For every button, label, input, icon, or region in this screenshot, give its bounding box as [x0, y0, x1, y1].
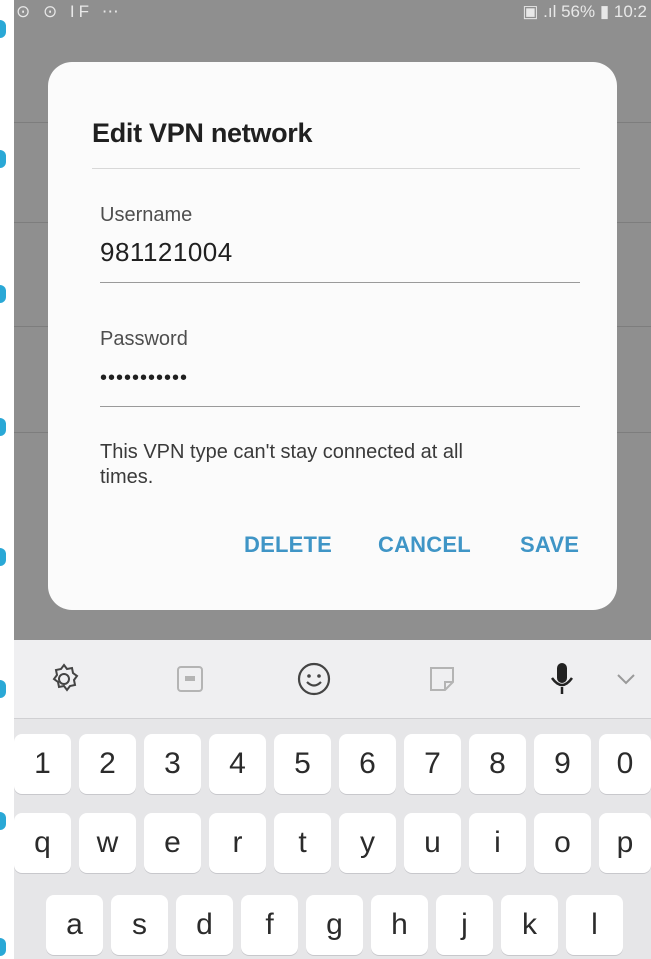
- keyboard-qwerty-row: q w e r t y u i o p: [14, 813, 651, 873]
- password-underline: [100, 406, 580, 407]
- password-label: Password: [100, 328, 188, 350]
- key-o[interactable]: o: [534, 813, 591, 873]
- status-right-icons: ▣ .ıl 56% ▮ 10:2: [522, 2, 647, 21]
- key-d[interactable]: d: [176, 895, 233, 955]
- keyboard-number-row: 1 2 3 4 5 6 7 8 9 0: [14, 734, 651, 794]
- edge-mark: [0, 150, 6, 168]
- key-k[interactable]: k: [501, 895, 558, 955]
- chevron-down-icon[interactable]: [604, 640, 648, 718]
- key-u[interactable]: u: [404, 813, 461, 873]
- key-j[interactable]: j: [436, 895, 493, 955]
- key-5[interactable]: 5: [274, 734, 331, 794]
- key-i[interactable]: i: [469, 813, 526, 873]
- key-a[interactable]: a: [46, 895, 103, 955]
- key-h[interactable]: h: [371, 895, 428, 955]
- vpn-info-text: This VPN type can't stay connected at al…: [100, 441, 463, 488]
- microphone-icon[interactable]: [532, 640, 592, 718]
- gif-icon[interactable]: [160, 640, 220, 718]
- key-l[interactable]: l: [566, 895, 623, 955]
- title-divider: [92, 168, 580, 169]
- key-y[interactable]: y: [339, 813, 396, 873]
- sticker-icon[interactable]: [412, 640, 472, 718]
- edge-mark: [0, 418, 6, 436]
- status-left-icons: ⊙ ⊙ IF ⋯: [16, 2, 123, 21]
- keyboard-toolbar: [14, 640, 651, 718]
- status-bar: ⊙ ⊙ IF ⋯ ▣ .ıl 56% ▮ 10:2: [14, 0, 651, 28]
- password-field[interactable]: [100, 360, 580, 396]
- on-screen-keyboard: 1 2 3 4 5 6 7 8 9 0 q w e r t y u i o p …: [14, 718, 651, 959]
- gear-icon[interactable]: [34, 640, 94, 718]
- key-s[interactable]: s: [111, 895, 168, 955]
- cancel-button[interactable]: CANCEL: [378, 532, 471, 558]
- keyboard-divider: [14, 718, 651, 719]
- key-7[interactable]: 7: [404, 734, 461, 794]
- key-2[interactable]: 2: [79, 734, 136, 794]
- key-3[interactable]: 3: [144, 734, 201, 794]
- key-p[interactable]: p: [599, 813, 651, 873]
- username-label: Username: [100, 204, 193, 226]
- keyboard-asdf-row: a s d f g h j k l: [14, 895, 651, 955]
- edge-mark: [0, 812, 6, 830]
- key-q[interactable]: q: [14, 813, 71, 873]
- save-button[interactable]: SAVE: [520, 532, 579, 558]
- emoji-icon[interactable]: [284, 640, 344, 718]
- edge-mark: [0, 680, 6, 698]
- key-f[interactable]: f: [241, 895, 298, 955]
- delete-button[interactable]: DELETE: [244, 532, 332, 558]
- key-e[interactable]: e: [144, 813, 201, 873]
- username-field[interactable]: [100, 234, 580, 270]
- key-9[interactable]: 9: [534, 734, 591, 794]
- key-6[interactable]: 6: [339, 734, 396, 794]
- key-0[interactable]: 0: [599, 734, 651, 794]
- key-8[interactable]: 8: [469, 734, 526, 794]
- edge-mark: [0, 548, 6, 566]
- dialog-title: Edit VPN network: [92, 118, 313, 148]
- key-r[interactable]: r: [209, 813, 266, 873]
- edge-mark: [0, 20, 6, 38]
- edit-vpn-dialog: Edit VPN network Username Password This …: [48, 62, 617, 610]
- username-underline: [100, 282, 580, 283]
- edge-mark: [0, 938, 6, 956]
- key-1[interactable]: 1: [14, 734, 71, 794]
- edge-mark: [0, 285, 6, 303]
- left-edge-strip: [0, 0, 14, 959]
- key-t[interactable]: t: [274, 813, 331, 873]
- key-4[interactable]: 4: [209, 734, 266, 794]
- key-w[interactable]: w: [79, 813, 136, 873]
- key-g[interactable]: g: [306, 895, 363, 955]
